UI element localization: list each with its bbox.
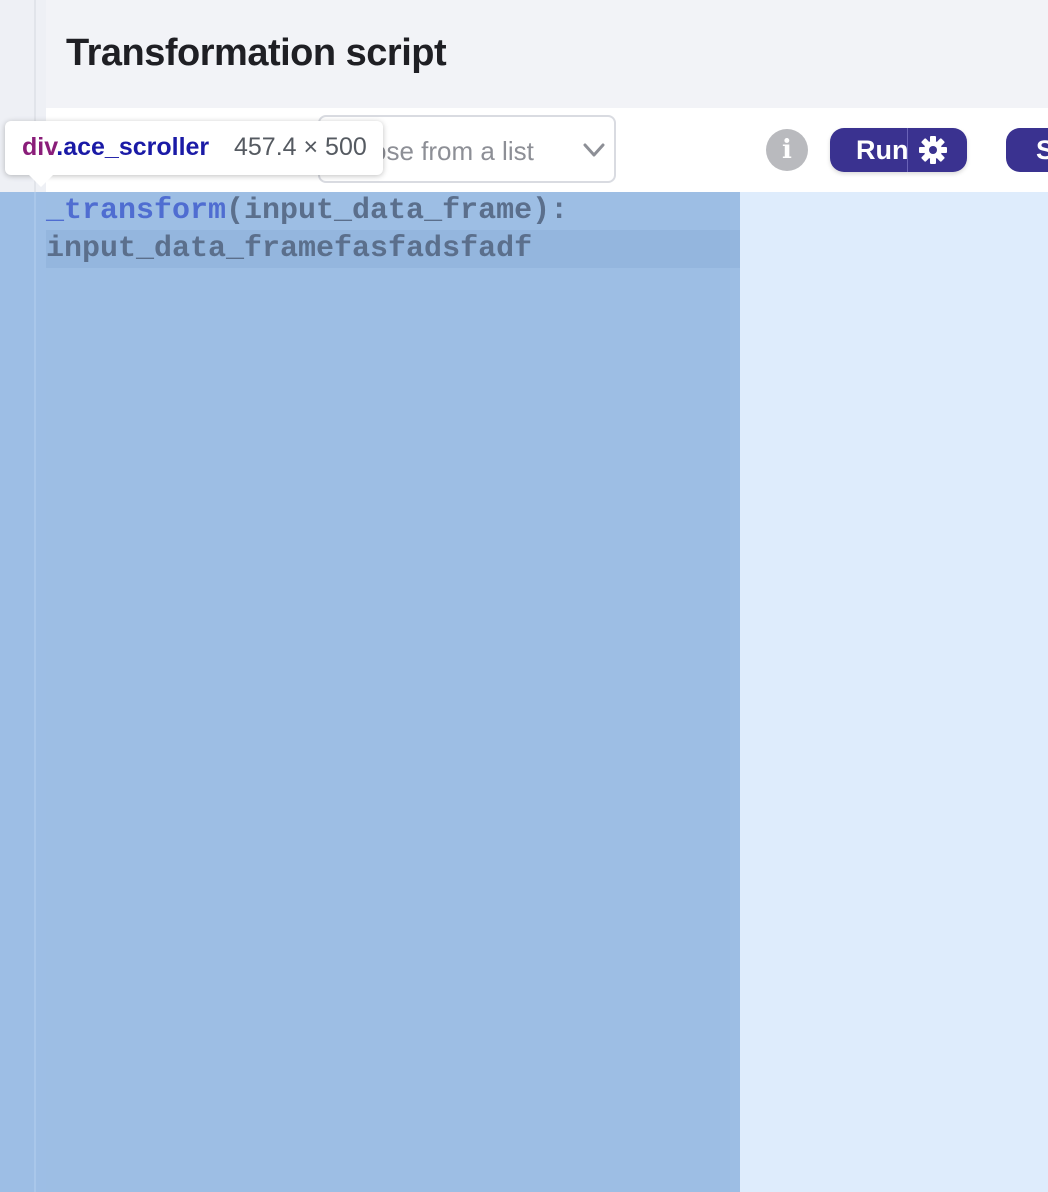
editor-side-area xyxy=(740,192,1048,1192)
tooltip-arrow xyxy=(29,175,53,187)
save-button[interactable]: S xyxy=(1006,128,1048,172)
code-line-1[interactable]: _transform(input_data_frame): xyxy=(46,192,740,230)
run-button[interactable]: Run xyxy=(830,128,967,172)
tooltip-class-name: .ace_scroller xyxy=(56,133,210,161)
devtools-inspector-tooltip: div.ace_scroller 457.4 × 500 xyxy=(5,121,383,175)
page-title: Transformation script xyxy=(66,32,447,74)
tooltip-tag-name: div.ace_scroller xyxy=(22,133,209,162)
script-select-placeholder: ose from a list xyxy=(372,136,534,166)
run-button-label: Run xyxy=(856,135,909,165)
code-line-2[interactable]: input_data_framefasfadsfadf xyxy=(46,230,740,268)
editor-gutter-line xyxy=(34,192,36,1192)
info-icon-glyph: i xyxy=(782,135,792,165)
chevron-down-icon[interactable] xyxy=(582,138,606,162)
tooltip-dimensions: 457.4 × 500 xyxy=(234,133,367,161)
save-button-label: S xyxy=(1036,135,1048,165)
editor-gutter xyxy=(0,192,46,1192)
ace-scroller[interactable] xyxy=(46,192,740,1192)
code-line-text: input_data_framefasfadsfadf xyxy=(46,232,533,266)
code-function-name: _transform xyxy=(46,194,227,228)
run-button-divider xyxy=(907,128,908,172)
tooltip-tag: div xyxy=(22,133,57,161)
code-function-args: (input_data_frame): xyxy=(226,194,569,228)
gear-icon[interactable] xyxy=(918,135,948,165)
info-icon[interactable]: i xyxy=(766,129,808,171)
